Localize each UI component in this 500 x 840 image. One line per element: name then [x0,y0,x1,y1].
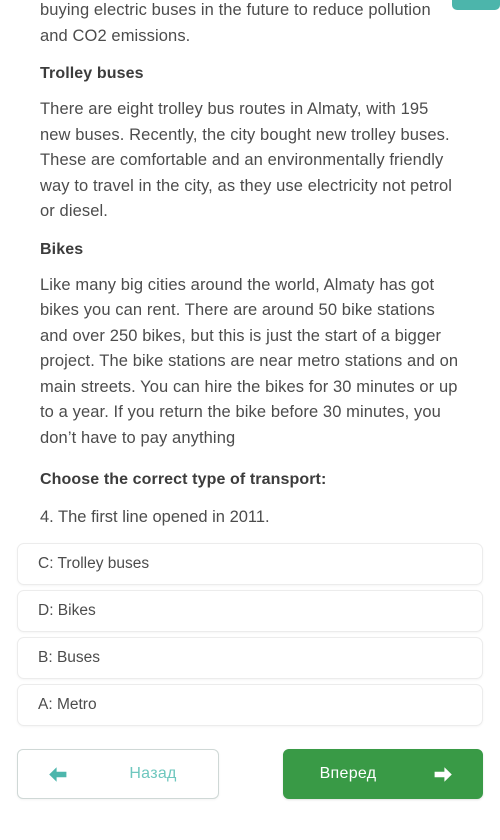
arrow-left-icon [23,766,93,783]
article-body: buying electric buses in the future to r… [0,0,500,529]
exercise-prompt: Choose the correct type of transport: [40,471,327,488]
lesson-content-scroll[interactable]: buying electric buses in the future to r… [0,0,500,730]
intro-paragraph: buying electric buses in the future to r… [40,1,431,45]
section-heading-bikes: Bikes [40,240,84,258]
footer-navigation: Назад Вперед [0,730,500,840]
answer-option-label: D: Bikes [38,602,96,619]
arrow-right-icon [408,766,478,783]
forward-button-label: Вперед [319,765,377,782]
section-paragraph-bikes: Like many big cities around the world, A… [40,275,459,447]
answer-option-d[interactable]: D: Bikes [17,590,483,632]
back-button[interactable]: Назад [17,749,219,799]
section-paragraph-trolley-buses: There are eight trolley bus routes in Al… [40,100,453,220]
answer-option-b[interactable]: B: Buses [17,637,483,679]
answer-option-label: C: Trolley buses [38,555,150,572]
answer-option-a[interactable]: A: Metro [17,684,483,726]
forward-button[interactable]: Вперед [283,749,483,799]
back-button-label: Назад [129,765,177,782]
question-text: 4. The first line opened in 2011. [40,508,270,526]
answer-option-label: B: Buses [38,649,101,666]
answer-option-c[interactable]: C: Trolley buses [17,543,483,585]
answer-options-list: C: Trolley buses D: Bikes B: Buses A: Me… [0,543,500,726]
answer-option-label: A: Metro [38,696,97,713]
section-heading-trolley-buses: Trolley buses [40,65,144,82]
